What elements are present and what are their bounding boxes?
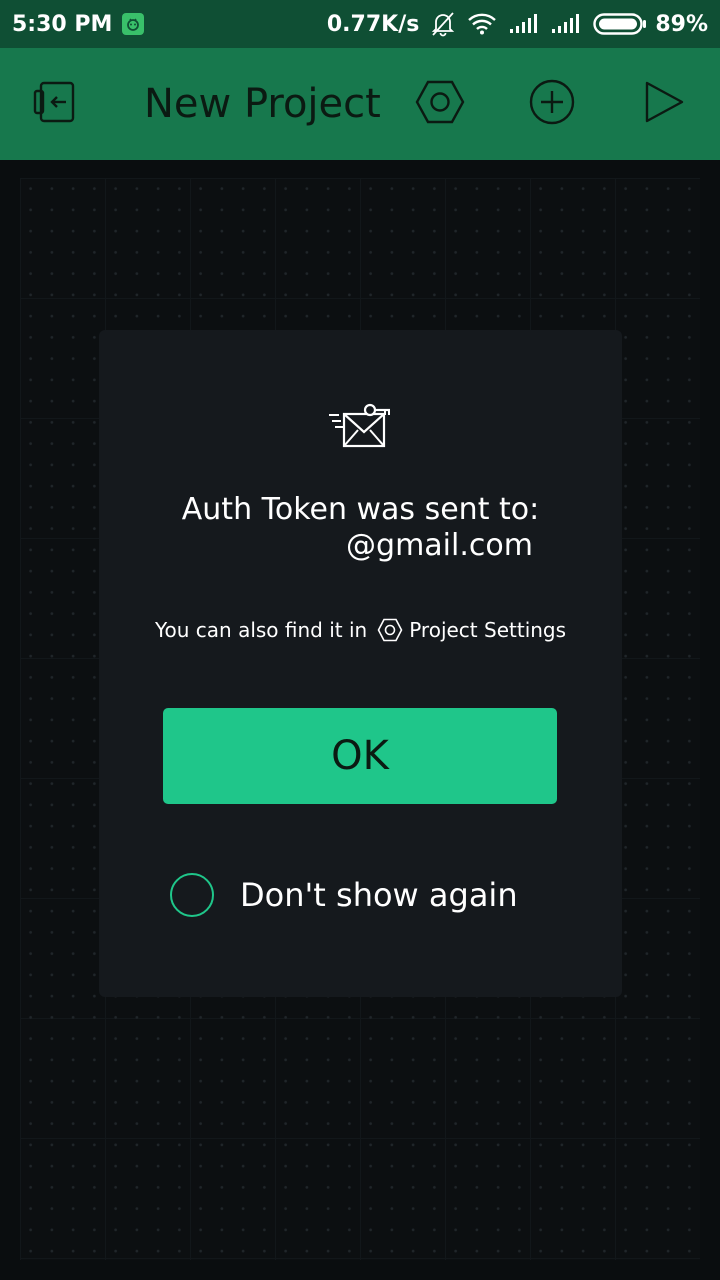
signal-icon — [551, 14, 581, 34]
app-screen: 5:30 PM 0.77K/s 89% New Project Auth Tok… — [0, 0, 720, 1280]
exit-button[interactable] — [30, 48, 84, 160]
auth-token-dialog: Auth Token was sent to: @gmail.com You c… — [99, 330, 622, 997]
play-icon — [640, 79, 686, 129]
status-indicators: 0.77K/s 89% — [327, 11, 708, 37]
hint-prefix: You can also find it in — [154, 618, 368, 642]
signal-icon — [509, 14, 539, 34]
battery-indicator: 89% — [593, 12, 708, 37]
dialog-hint: You can also find it in Project Settings — [99, 612, 622, 648]
muted-bell-icon — [431, 11, 455, 37]
dont-show-again-option[interactable]: Don't show again — [170, 873, 518, 917]
exit-icon — [32, 80, 82, 128]
hint-project-settings-link[interactable]: Project Settings — [409, 618, 566, 642]
project-settings-button[interactable] — [412, 48, 468, 160]
network-speed: 0.77K/s — [326, 11, 420, 37]
add-widget-button[interactable] — [526, 48, 578, 160]
status-bar: 5:30 PM 0.77K/s 89% — [0, 0, 720, 48]
redacted-email-username — [188, 531, 347, 562]
email-key-icon — [327, 402, 393, 450]
app-toolbar: New Project — [0, 48, 720, 160]
dont-show-again-label[interactable]: Don't show again — [240, 876, 518, 914]
dialog-email-line: @gmail.com — [99, 528, 622, 564]
play-button[interactable] — [638, 48, 688, 160]
dialog-email-domain: @gmail.com — [346, 528, 533, 563]
wifi-icon — [467, 13, 497, 35]
project-title[interactable]: New Project — [144, 48, 381, 160]
settings-hexagon-icon — [377, 618, 403, 642]
status-time: 5:30 PM — [12, 11, 113, 37]
dialog-title: Auth Token was sent to: — [181, 492, 540, 527]
dont-show-again-radio[interactable] — [170, 873, 214, 917]
app-notification-icon — [122, 13, 145, 35]
settings-hexagon-icon — [414, 79, 466, 129]
battery-percent: 89% — [655, 11, 708, 37]
ok-button[interactable]: OK — [163, 708, 557, 804]
battery-icon — [593, 13, 647, 35]
add-circle-icon — [528, 78, 576, 130]
